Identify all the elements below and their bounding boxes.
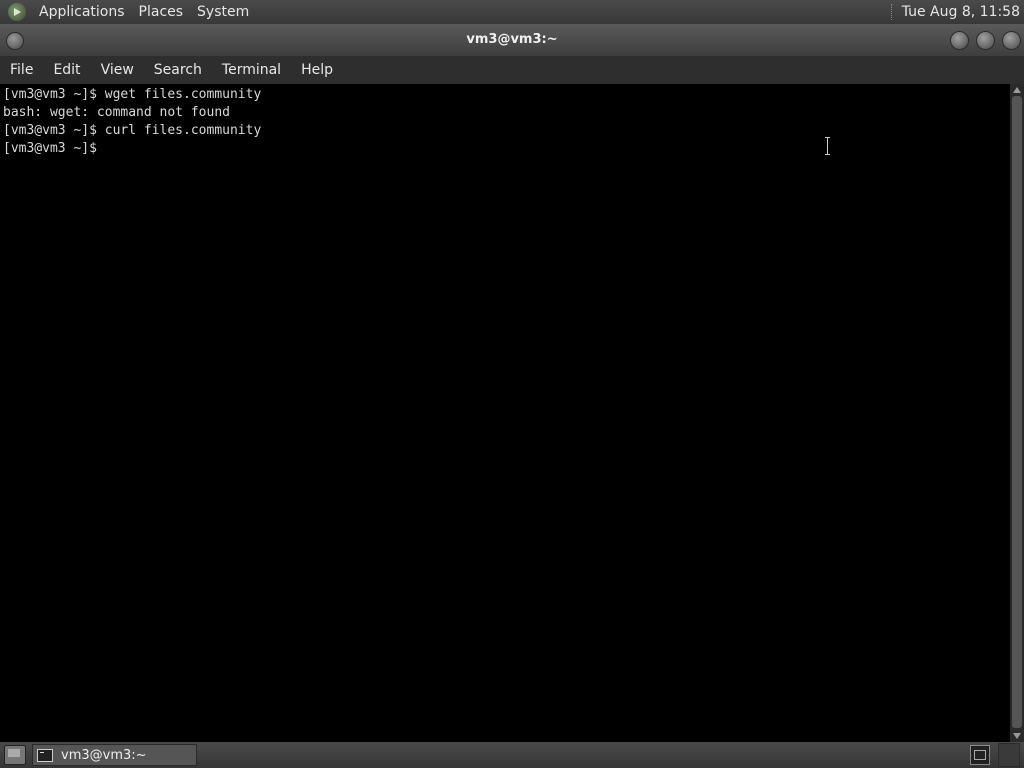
menu-search[interactable]: Search [144, 56, 212, 84]
close-button[interactable] [1002, 31, 1021, 50]
terminal-line: bash: wget: command not found [3, 105, 230, 120]
system-menu[interactable]: System [190, 0, 256, 24]
workspace-switcher-icon[interactable] [970, 745, 990, 765]
minimize-button[interactable] [950, 31, 969, 50]
scrollbar-thumb[interactable] [1012, 96, 1022, 728]
terminal-line: [vm3@vm3 ~]$ wget files.community [3, 87, 262, 102]
places-menu[interactable]: Places [132, 0, 191, 24]
menu-file[interactable]: File [0, 56, 43, 84]
window-menu-icon[interactable] [6, 32, 24, 50]
terminal-icon [37, 748, 53, 762]
terminal-prompt-line[interactable]: [vm3@vm3 ~]$ [0, 140, 1010, 158]
top-panel: Applications Places System Tue Aug 8, 11… [0, 0, 1024, 24]
window-title: vm3@vm3:~ [466, 32, 558, 47]
taskbar-terminal-item[interactable]: vm3@vm3:~ [32, 744, 197, 766]
mouse-ibeam-cursor-icon [825, 137, 830, 155]
applications-menu[interactable]: Applications [32, 0, 132, 24]
menu-help[interactable]: Help [291, 56, 343, 84]
taskbar-item-label: vm3@vm3:~ [61, 747, 147, 763]
maximize-button[interactable] [976, 31, 995, 50]
clock[interactable]: Tue Aug 8, 11:58 [902, 4, 1024, 20]
bottom-panel: vm3@vm3:~ [0, 742, 1024, 768]
menu-view[interactable]: View [91, 56, 144, 84]
distro-logo-icon[interactable] [8, 3, 26, 21]
window-titlebar[interactable]: vm3@vm3:~ [0, 24, 1024, 56]
scroll-up-arrow-icon[interactable] [1013, 87, 1021, 93]
terminal-menubar: File Edit View Search Terminal Help [0, 56, 1024, 84]
panel-separator [890, 4, 894, 20]
trash-icon[interactable] [998, 743, 1020, 767]
show-desktop-icon[interactable] [4, 745, 26, 765]
menu-edit[interactable]: Edit [43, 56, 90, 84]
menu-terminal[interactable]: Terminal [212, 56, 291, 84]
terminal-line: [vm3@vm3 ~]$ curl files.community [3, 123, 262, 138]
terminal-scrollbar[interactable] [1010, 84, 1024, 742]
scroll-down-arrow-icon[interactable] [1013, 733, 1021, 739]
terminal-output[interactable]: [vm3@vm3 ~]$ wget files.community bash: … [0, 84, 1010, 742]
